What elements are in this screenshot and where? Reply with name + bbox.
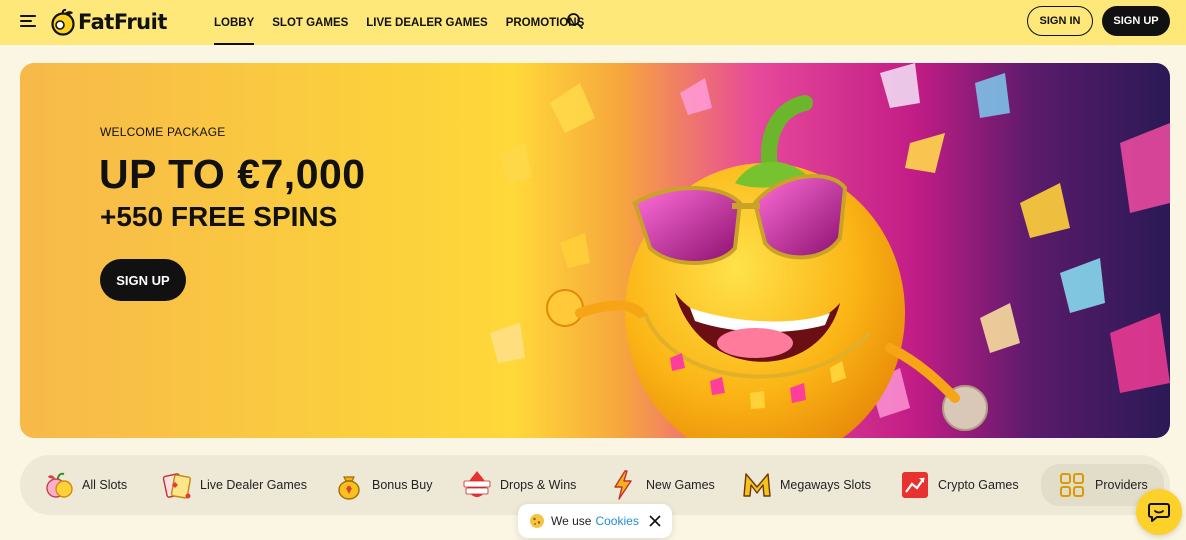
cards-icon: [160, 468, 194, 502]
grid-icon: [1055, 468, 1089, 502]
category-label: New Games: [646, 478, 715, 492]
lightning-icon: [606, 468, 640, 502]
main-nav: LOBBY SLOT GAMES LIVE DEALER GAMES PROMO…: [214, 0, 602, 45]
drops-wins-icon: [460, 468, 494, 502]
search-icon[interactable]: [566, 12, 584, 30]
site-header: FatFruit LOBBY SLOT GAMES LIVE DEALER GA…: [0, 0, 1186, 45]
megaways-icon: [740, 468, 774, 502]
category-label: Megaways Slots: [780, 478, 872, 492]
logo-text: FatFruit: [78, 10, 167, 34]
category-crypto-games[interactable]: Crypto Games: [898, 455, 1019, 515]
nav-live-dealer-games[interactable]: LIVE DEALER GAMES: [366, 0, 487, 45]
logo[interactable]: FatFruit: [49, 7, 167, 37]
chart-icon: [898, 468, 932, 502]
hero-mascot-illustration: [490, 63, 1170, 438]
sign-up-button[interactable]: SIGN UP: [1102, 6, 1170, 36]
category-label: Crypto Games: [938, 478, 1019, 492]
nav-lobby[interactable]: LOBBY: [214, 0, 255, 45]
chat-button[interactable]: [1136, 489, 1182, 535]
cookie-notice: We use Cookies: [518, 504, 672, 538]
sign-in-button[interactable]: SIGN IN: [1027, 6, 1093, 36]
hero-banner[interactable]: WELCOME PACKAGE UP TO €7,000 +550 FREE S…: [20, 63, 1170, 438]
money-bag-icon: [332, 468, 366, 502]
category-live-dealer-games[interactable]: Live Dealer Games: [160, 455, 307, 515]
fruit-icon: [42, 468, 76, 502]
category-label: Live Dealer Games: [200, 478, 307, 492]
category-label: All Slots: [82, 478, 128, 492]
cookie-icon: [530, 514, 544, 528]
cookie-text: We use: [551, 514, 592, 528]
hamburger-menu-icon[interactable]: [20, 13, 38, 29]
category-bonus-buy[interactable]: Bonus Buy: [332, 455, 432, 515]
hero-subtitle: +550 FREE SPINS: [100, 201, 338, 232]
hero-title: UP TO €7,000: [99, 151, 366, 197]
category-label: Providers: [1095, 478, 1148, 492]
close-icon[interactable]: [648, 514, 662, 528]
category-label: Drops & Wins: [500, 478, 577, 492]
fruit-logo-icon: [51, 8, 75, 36]
hero-sign-up-button[interactable]: SIGN UP: [100, 259, 186, 301]
hero-kicker: WELCOME PACKAGE: [100, 125, 226, 139]
category-megaways-slots[interactable]: Megaways Slots: [740, 455, 871, 515]
chat-bubble-icon: [1148, 503, 1170, 522]
category-label: Bonus Buy: [372, 478, 433, 492]
cookie-link[interactable]: Cookies: [595, 514, 638, 528]
nav-slot-games[interactable]: SLOT GAMES: [272, 0, 348, 45]
category-all-slots[interactable]: All Slots: [42, 455, 127, 515]
